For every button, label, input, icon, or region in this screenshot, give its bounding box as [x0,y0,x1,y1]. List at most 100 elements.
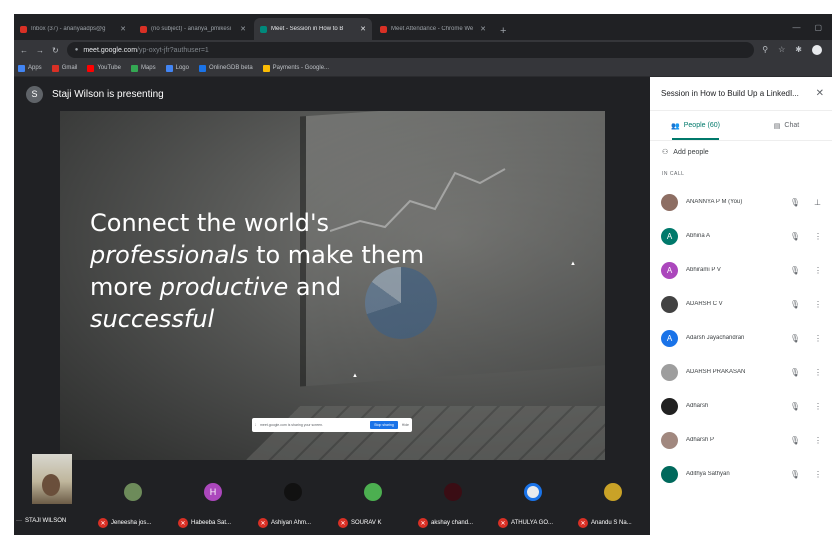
mouse-cursor-icon: ▲ [570,261,576,267]
slide-line: successful [90,305,215,333]
participant-tile[interactable]: ✕ Anandu S Na... [576,460,648,535]
mic-off-icon: ✕ [418,518,428,528]
new-tab-button[interactable]: + [494,25,512,40]
tab-title: Inbox (37) - ananyaadps@g [31,26,106,32]
more-options-icon[interactable]: ⋮ [814,334,822,343]
more-options-icon[interactable]: ··· [16,518,22,524]
presenter-banner: S Staji Wilson is presenting [14,77,650,111]
extensions-icon[interactable]: ✱ [795,45,802,55]
more-options-icon[interactable]: ⋮ [814,300,822,309]
participant-avatar [661,193,678,211]
add-people-button[interactable]: ⚇ Add people [650,141,832,163]
bookmark-gmail[interactable]: Gmail [51,64,77,72]
browser-tab-bar: Inbox (37) - ananyaadps@g ✕ (no subject)… [14,14,832,40]
mic-off-icon: 🎙︎ [789,367,800,377]
participant-avatar [364,483,382,501]
maximize-icon[interactable]: ▢ [814,23,822,32]
more-options-icon[interactable]: ⋮ [814,470,822,479]
bookmark-logo[interactable]: Logo [165,64,189,72]
browser-tab[interactable]: Meet Attendance - Chrome We ✕ [374,18,492,40]
chat-icon: ▤ [773,122,781,130]
participant-tile[interactable]: ✕ akshay chand... [416,460,488,535]
mic-off-icon: 🎙︎ [789,469,800,479]
url-path: /yp-oxyt-jfr?authuser=1 [137,46,209,54]
tile-label: ··· STAJI WILSON [16,518,67,524]
browser-tab-active[interactable]: Meet - Session in How to B ✕ [254,18,372,40]
forward-icon[interactable]: → [36,46,44,55]
apps-icon [18,64,25,72]
bookmark-icon [165,64,173,72]
key-icon[interactable]: ⚲ [762,45,768,55]
more-options-icon[interactable]: ⋮ [814,402,822,411]
url-field[interactable]: ● meet.google.com /yp-oxyt-jfr?authuser=… [66,42,755,58]
participant-row[interactable]: Adharsh P 🎙︎ ⋮ [650,423,832,457]
mic-off-icon: 🎙︎ [789,265,800,275]
hide-button[interactable]: Hide [402,423,409,427]
bookmark-maps[interactable]: Maps [130,64,156,72]
mic-off-icon: ✕ [498,518,508,528]
participant-name: Adithya Sathyan [686,471,730,477]
participant-tile-self[interactable]: ··· STAJI WILSON [14,454,86,535]
participant-name: ADARSH PRAKASAN [686,369,746,375]
bookmarks-bar: Apps Gmail YouTube Maps Logo OnlineGDB b… [14,60,832,77]
payments-icon [262,64,270,72]
close-tab-icon[interactable]: ✕ [120,25,126,33]
close-icon[interactable]: ✕ [816,88,824,99]
participant-tile[interactable]: ✕ Jeneesha jos... [96,460,168,535]
participant-row[interactable]: ANANNYA P M (You) 🎙︎ ⊥ [650,185,832,219]
browser-tab[interactable]: Inbox (37) - ananyaadps@g ✕ [14,18,132,40]
screen-share-banner: ⁞ meet.google.com is sharing your screen… [252,418,412,432]
more-options-icon[interactable]: ⋮ [814,436,822,445]
more-options-icon[interactable]: ⋮ [814,368,822,377]
stop-sharing-button[interactable]: Stop sharing [370,421,398,429]
participant-avatar: A [661,329,678,347]
more-options-icon[interactable]: ⋮ [814,266,822,275]
participant-avatar [524,483,542,501]
participant-tile[interactable]: ✕ Ashiyan Ahm... [256,460,328,535]
panel-tabs: 👥 People (60) ▤ Chat [650,111,832,141]
mic-off-icon: 🎙︎ [789,197,800,207]
participant-name: Abhirami P V [686,267,721,273]
reload-icon[interactable]: ↻ [52,46,59,55]
browser-tab[interactable]: (no subject) - ananya_pmikesi ✕ [134,18,252,40]
more-options-icon[interactable]: ⋮ [814,232,822,241]
participant-name: Adharsh [686,403,709,409]
mic-off-icon: ✕ [178,518,188,528]
bookmark-apps[interactable]: Apps [18,64,42,72]
bookmark-youtube[interactable]: YouTube [87,64,121,72]
participant-avatar [604,483,622,501]
tab-people[interactable]: 👥 People (60) [650,111,741,140]
tab-chat[interactable]: ▤ Chat [741,111,832,140]
mouse-cursor-icon: ▲ [352,373,358,379]
mic-off-icon: 🎙︎ [789,401,800,411]
back-icon[interactable]: ← [20,46,28,55]
close-tab-icon[interactable]: ✕ [480,25,486,33]
participant-name: Adarsh Jayachandran [686,335,745,341]
participant-tile[interactable]: ✕ ATHULYA GO... [496,460,568,535]
participant-tile[interactable]: ✕ SOURAV K [336,460,408,535]
star-icon[interactable]: ☆ [778,45,785,55]
gmail-icon [140,25,147,33]
close-tab-icon[interactable]: ✕ [360,25,366,33]
tile-label: ✕ ATHULYA GO... [498,518,553,528]
profile-avatar[interactable] [812,45,822,55]
slide-background-keyboard [240,406,605,460]
bookmark-onlinegdb[interactable]: OnlineGDB beta [198,64,253,72]
mic-off-icon: ✕ [258,518,268,528]
participant-name: Abhina A [686,233,711,239]
participant-row[interactable]: A Adarsh Jayachandran 🎙︎ ⋮ [650,321,832,355]
participant-tile[interactable]: H ✕ Habeeba Sat... [176,460,248,535]
participant-row[interactable]: ADARSH C V 🎙︎ ⋮ [650,287,832,321]
bookmark-payments[interactable]: Payments - Google... [262,64,329,72]
participant-row[interactable]: A Abhina A 🎙︎ ⋮ [650,219,832,253]
participant-row[interactable]: Adithya Sathyan 🎙︎ ⋮ [650,457,832,491]
close-tab-icon[interactable]: ✕ [240,25,246,33]
participant-row[interactable]: Adharsh 🎙︎ ⋮ [650,389,832,423]
pin-icon[interactable]: ⊥ [814,198,821,207]
participant-row[interactable]: ADARSH PRAKASAN 🎙︎ ⋮ [650,355,832,389]
participant-row[interactable]: A Abhirami P V 🎙︎ ⋮ [650,253,832,287]
share-text: meet.google.com is sharing your screen. [259,423,324,427]
participant-avatar [661,465,678,483]
minimize-icon[interactable]: — [792,23,800,32]
meet-icon [260,25,267,33]
